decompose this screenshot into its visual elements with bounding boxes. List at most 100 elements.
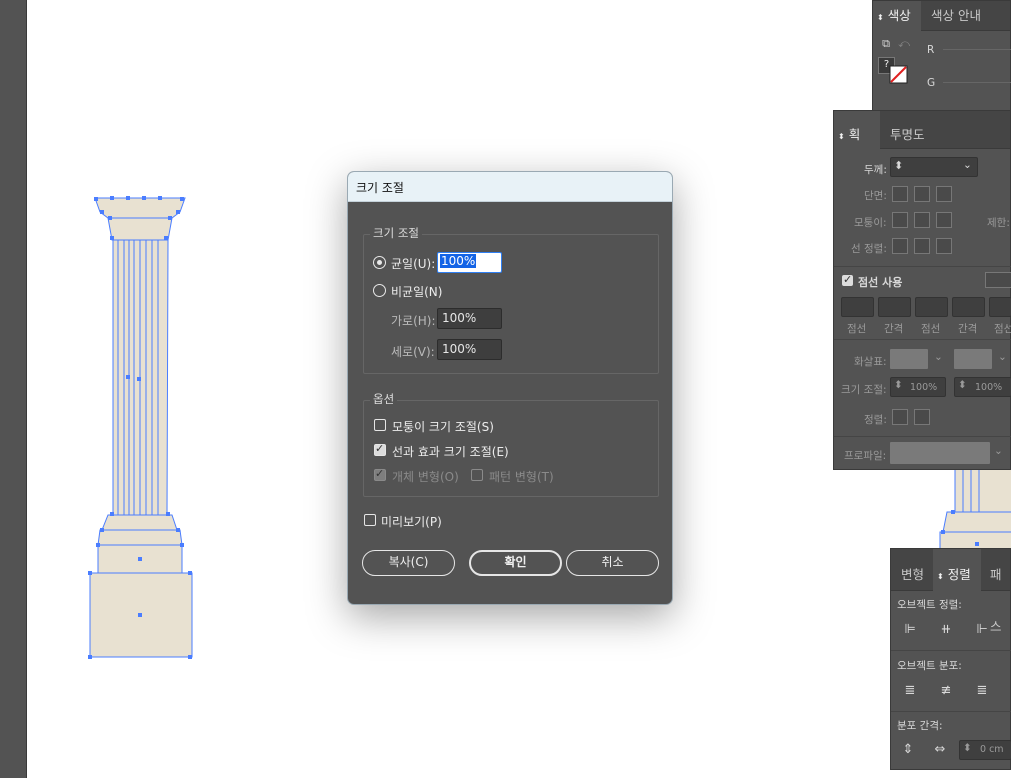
- horizontal-scale-field[interactable]: 100%: [437, 308, 502, 329]
- dash-preset-icon[interactable]: [985, 272, 1011, 288]
- cancel-button[interactable]: 취소: [566, 550, 659, 576]
- round-join-icon[interactable]: [914, 212, 930, 228]
- column-artwork[interactable]: [80, 190, 210, 665]
- align-objects-label: 오브젝트 정렬:: [897, 599, 962, 611]
- vertical-label: 세로(V):: [391, 345, 435, 359]
- gap-1-input[interactable]: [878, 297, 911, 317]
- arrow-tip-beyond-icon[interactable]: [892, 409, 908, 425]
- tab-color[interactable]: ⬍ 색상: [873, 1, 921, 31]
- dash-header-3: 점선: [994, 323, 1011, 335]
- horizontal-label: 가로(H):: [391, 314, 436, 328]
- stroke-panel-tabs: ⬍ 획 투명도: [834, 111, 1010, 149]
- spacing-value: 0 cm: [980, 744, 1004, 755]
- limit-label: 제한:: [987, 217, 1010, 229]
- uniform-radio[interactable]: [373, 256, 386, 269]
- end-arrowhead-select[interactable]: [954, 349, 992, 369]
- scale-corners-label: 모퉁이 크기 조절(S): [392, 420, 494, 434]
- fill-stroke-none-icon[interactable]: [889, 65, 909, 85]
- start-arrowhead-dropdown-icon[interactable]: ⌄: [934, 351, 943, 363]
- align-right-icon[interactable]: ⊩: [973, 621, 991, 639]
- g-slider[interactable]: [943, 82, 1011, 83]
- tab-color-guide[interactable]: 색상 안내: [927, 1, 985, 31]
- transform-patterns-label: 패턴 변형(T): [489, 470, 554, 484]
- uniform-scale-field[interactable]: 100%: [437, 252, 502, 273]
- dash-1-input[interactable]: [841, 297, 874, 317]
- stroke-divider-1: [834, 266, 1011, 267]
- swap-colors-icon[interactable]: ⤺: [895, 35, 913, 53]
- ok-button[interactable]: 확인: [469, 550, 562, 576]
- arrowheads-label: 화살표:: [854, 356, 887, 368]
- tab-transform[interactable]: 변형: [897, 549, 928, 591]
- dashed-line-checkbox[interactable]: [842, 273, 853, 286]
- weight-stepper-icon[interactable]: ⬍: [894, 159, 903, 172]
- distribute-vertical-center-icon[interactable]: ≢: [937, 682, 955, 700]
- tab-transparency[interactable]: 투명도: [886, 111, 929, 149]
- tab-align[interactable]: ⬍ 정렬: [933, 549, 981, 591]
- distribute-top-icon[interactable]: ≣: [901, 682, 919, 700]
- align-center-icon[interactable]: [892, 238, 908, 254]
- start-arrowhead-select[interactable]: [890, 349, 928, 369]
- stroke-panel: ⬍ 획 투명도 두께: ⬍ ⌄ 단면: 모퉁이: 제한: 선 정렬: 점선 사용…: [833, 110, 1011, 470]
- nonuniform-radio[interactable]: [373, 284, 386, 297]
- align-divider-2: [891, 711, 1011, 712]
- column-artwork-partial[interactable]: [935, 462, 1011, 552]
- profile-select[interactable]: [890, 442, 990, 464]
- distribute-bottom-icon[interactable]: ≣: [973, 682, 991, 700]
- copy-button[interactable]: 복사(C): [362, 550, 455, 576]
- align-left-icon[interactable]: ⊫: [901, 621, 919, 639]
- projecting-cap-icon[interactable]: [936, 186, 952, 202]
- stroke-divider-3: [834, 436, 1011, 437]
- uniform-label: 균일(U):: [391, 257, 436, 271]
- align-panel-tabs: 변형 ⬍ 정렬 패스: [891, 549, 1010, 634]
- channel-g-label: G: [927, 77, 936, 89]
- left-scrollbar-gutter: [0, 0, 27, 778]
- align-horizontal-center-icon[interactable]: ⧺: [937, 621, 955, 639]
- align-panel: 변형 ⬍ 정렬 패스 오브젝트 정렬: ⊫ ⧺ ⊩ 오브젝트 분포: ≣ ≢ ≣…: [890, 548, 1011, 770]
- transform-objects-checkbox[interactable]: [374, 467, 386, 481]
- cap-label: 단면:: [864, 190, 887, 202]
- nonuniform-label: 비균일(N): [391, 285, 443, 299]
- scale-corners-checkbox[interactable]: [374, 419, 386, 431]
- arrow-tip-at-end-icon[interactable]: [914, 409, 930, 425]
- distribute-objects-label: 오브젝트 분포:: [897, 660, 962, 672]
- dash-header-2: 점선: [921, 323, 941, 335]
- align-divider-1: [891, 650, 1011, 651]
- scale-group-label: 크기 조절: [370, 225, 422, 241]
- align-outside-icon[interactable]: [936, 238, 952, 254]
- channel-r-label: R: [927, 44, 935, 56]
- dash-3-input[interactable]: [989, 297, 1011, 317]
- uniform-scale-value: 100%: [440, 254, 477, 268]
- miter-join-icon[interactable]: [892, 212, 908, 228]
- gap-header-2: 간격: [958, 323, 978, 335]
- default-colors-icon[interactable]: ⧉: [877, 35, 895, 53]
- distribute-horizontal-space-icon[interactable]: ⇔: [931, 741, 949, 759]
- scale-strokes-checkbox[interactable]: [374, 442, 386, 456]
- end-arrowhead-dropdown-icon[interactable]: ⌄: [998, 351, 1007, 363]
- preview-checkbox[interactable]: [364, 514, 376, 526]
- weight-dropdown-icon[interactable]: ⌄: [963, 159, 972, 171]
- align-inside-icon[interactable]: [914, 238, 930, 254]
- corner-label: 모퉁이:: [854, 217, 887, 229]
- distribute-vertical-space-icon[interactable]: ⇕: [899, 741, 917, 759]
- arrow-scale-end-stepper-icon[interactable]: ⬍: [958, 379, 967, 391]
- butt-cap-icon[interactable]: [892, 186, 908, 202]
- r-slider[interactable]: [943, 49, 1011, 50]
- dash-2-input[interactable]: [915, 297, 948, 317]
- tab-stroke[interactable]: ⬍ 획: [834, 111, 880, 149]
- arrow-scale-start-value: 100%: [910, 382, 938, 393]
- transform-patterns-checkbox[interactable]: [471, 469, 483, 481]
- options-group-label: 옵션: [370, 391, 398, 407]
- arrow-scale-start-stepper-icon[interactable]: ⬍: [894, 379, 903, 391]
- tab-pathfinder[interactable]: 패스: [986, 549, 1010, 634]
- dashed-line-label: 점선 사용: [858, 276, 903, 289]
- vertical-scale-field[interactable]: 100%: [437, 339, 502, 360]
- gap-2-input[interactable]: [952, 297, 985, 317]
- weight-label: 두께:: [864, 164, 887, 176]
- round-cap-icon[interactable]: [914, 186, 930, 202]
- spacing-stepper-icon[interactable]: ⬍: [963, 742, 972, 754]
- profile-label: 프로파일:: [844, 450, 887, 462]
- align-stroke-label: 선 정렬:: [851, 243, 887, 255]
- profile-dropdown-icon[interactable]: ⌄: [994, 445, 1003, 457]
- preview-label: 미리보기(P): [381, 515, 442, 529]
- bevel-join-icon[interactable]: [936, 212, 952, 228]
